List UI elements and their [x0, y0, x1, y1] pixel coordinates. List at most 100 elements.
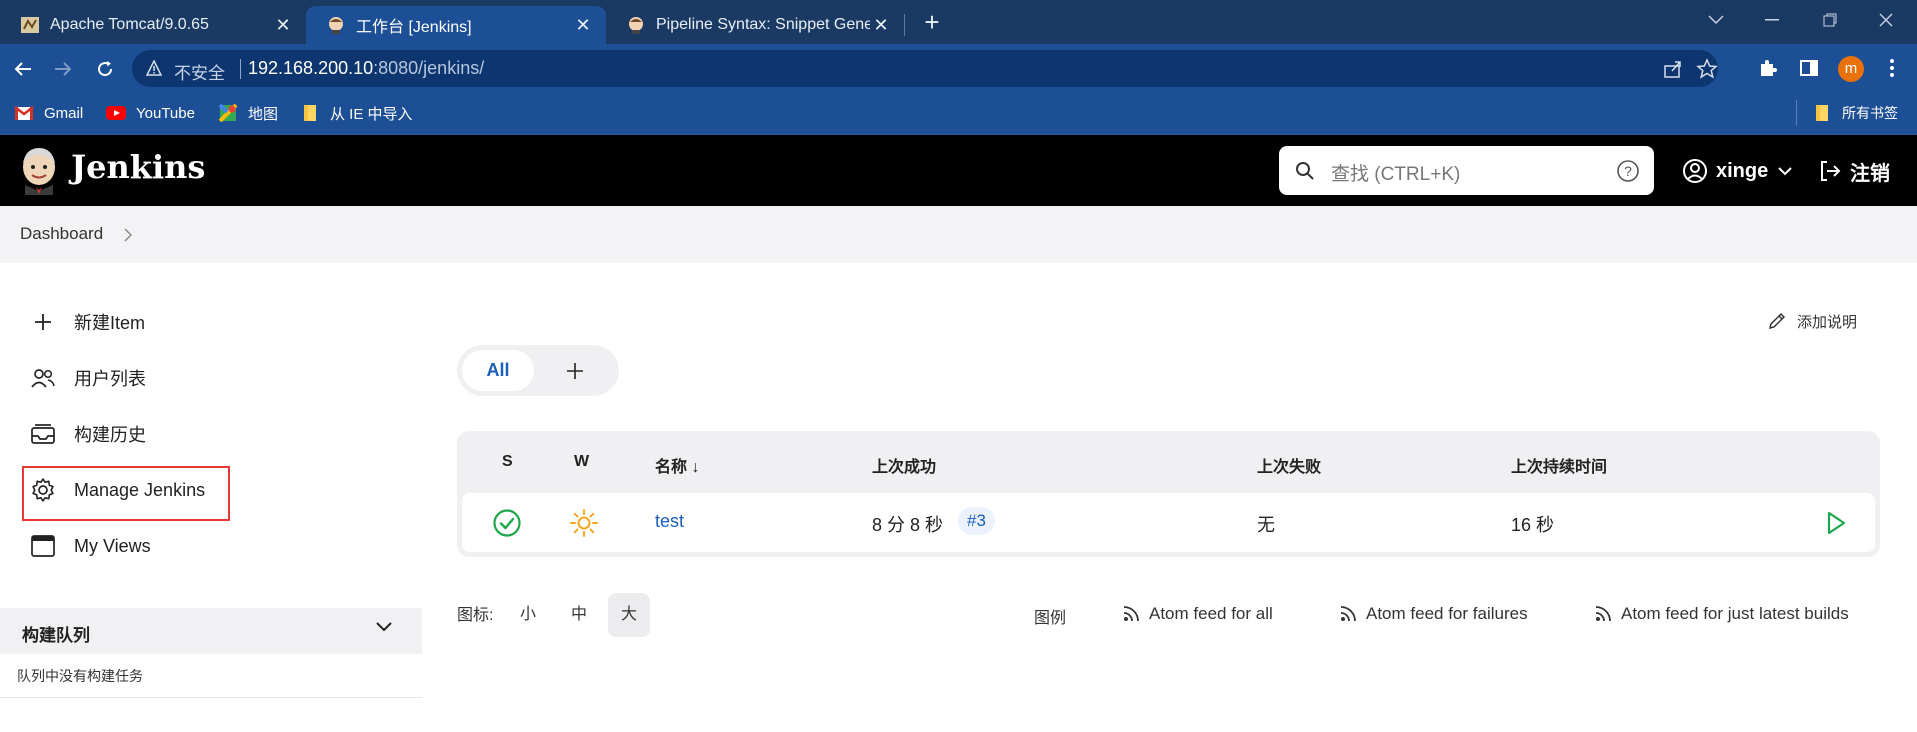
browser-tab-tomcat[interactable]: Apache Tomcat/9.0.65 ✕	[0, 6, 306, 44]
column-header-last-failure[interactable]: 上次失败	[1257, 453, 1321, 477]
chevron-right-icon[interactable]	[124, 228, 132, 242]
side-item-label: 新建Item	[74, 313, 146, 333]
bookmark-label: YouTube	[136, 104, 195, 122]
address-bar[interactable]: 不安全 192.168.200.10:8080/jenkins/	[132, 50, 1718, 87]
last-duration-value: 16 秒	[1511, 515, 1555, 535]
tab-all[interactable]: All	[462, 350, 534, 391]
atom-feed-latest-link[interactable]: Atom feed for just latest builds	[1594, 602, 1849, 626]
restore-button[interactable]	[1810, 4, 1850, 36]
all-bookmarks[interactable]: 所有书签	[1812, 102, 1898, 124]
plus-icon	[30, 309, 56, 335]
reload-icon	[98, 61, 113, 77]
build-number-link[interactable]: #3	[958, 507, 995, 535]
icon-size-medium[interactable]: 中	[558, 593, 600, 637]
rss-feed-icon	[1340, 606, 1356, 622]
build-queue-header[interactable]: 构建队列	[0, 608, 422, 654]
icon-size-small[interactable]: 小	[507, 593, 549, 637]
close-icon	[1879, 13, 1893, 27]
search-box[interactable]: 查找 (CTRL+K) ?	[1279, 146, 1654, 195]
people-icon	[30, 365, 56, 391]
bookmark-label: 地图	[248, 105, 279, 123]
user-icon	[1683, 159, 1707, 183]
table-row: test 8 分 8 秒 #3 无 16 秒	[462, 493, 1875, 552]
gmail-icon	[14, 106, 34, 120]
minimize-button[interactable]	[1752, 4, 1792, 36]
new-tab-button[interactable]: +	[918, 8, 946, 36]
side-item-label: My Views	[74, 535, 151, 556]
close-tab-icon[interactable]: ✕	[572, 14, 594, 36]
side-item-label: 构建历史	[74, 425, 146, 445]
side-item-people[interactable]: 用户列表	[30, 361, 146, 395]
breadcrumb-dashboard[interactable]: Dashboard	[20, 224, 103, 244]
user-menu[interactable]: xinge	[1682, 157, 1792, 185]
side-panel-button[interactable]	[1797, 56, 1821, 80]
help-icon[interactable]: ?	[1616, 159, 1640, 183]
share-icon[interactable]	[1662, 58, 1684, 80]
atom-feed-failures-link[interactable]: Atom feed for failures	[1339, 602, 1528, 626]
jenkins-logo-icon[interactable]	[18, 145, 60, 195]
forward-button[interactable]	[48, 54, 78, 84]
highlight-annotation	[22, 466, 230, 521]
logout-button[interactable]: 注销	[1818, 157, 1890, 185]
back-button[interactable]	[8, 54, 38, 84]
tomcat-favicon-icon	[21, 17, 39, 33]
view-tabs: All	[457, 345, 619, 396]
browser-menu-button[interactable]	[1880, 56, 1904, 80]
bookmarks-bar: Gmail YouTube 地图 从 IE 中导入 所有书签	[0, 92, 1917, 135]
last-failure-value: 无	[1257, 515, 1275, 535]
close-window-button[interactable]	[1866, 4, 1906, 36]
side-item-label: 用户列表	[74, 369, 146, 389]
close-tab-icon[interactable]: ✕	[870, 14, 892, 36]
atom-feed-all-link[interactable]: Atom feed for all	[1122, 602, 1273, 626]
security-label[interactable]: 不安全	[174, 59, 225, 84]
user-name: xinge	[1716, 159, 1769, 182]
bookmark-maps[interactable]: 地图	[218, 102, 278, 124]
profile-avatar[interactable]: m	[1838, 56, 1864, 82]
bookmark-gmail[interactable]: Gmail	[14, 102, 83, 124]
side-item-build-history[interactable]: 构建历史	[30, 417, 146, 451]
url-host: 192.168.200.10	[248, 58, 374, 78]
column-header-last-duration[interactable]: 上次持续时间	[1511, 453, 1607, 477]
chevron-down-icon[interactable]	[376, 622, 392, 632]
column-header-status[interactable]: S	[502, 453, 513, 471]
success-status-icon[interactable]	[492, 508, 522, 538]
column-header-name[interactable]: 名称 ↓	[655, 453, 699, 477]
build-queue-empty-text: 队列中没有构建任务	[17, 668, 143, 684]
browser-tab-pipeline-syntax[interactable]: Pipeline Syntax: Snippet Generator ✕	[606, 6, 904, 44]
add-view-button[interactable]	[557, 353, 593, 389]
build-queue-body: 队列中没有构建任务	[0, 654, 422, 698]
browser-tab-jenkins[interactable]: 工作台 [Jenkins] ✕	[306, 6, 606, 44]
tab-search-button[interactable]	[1696, 4, 1736, 36]
sunny-weather-icon[interactable]	[569, 508, 599, 538]
window-icon	[30, 533, 56, 559]
bookmark-star-icon[interactable]	[1696, 58, 1718, 80]
restore-icon	[1823, 13, 1837, 27]
arrow-left-icon	[14, 62, 31, 76]
side-item-new-item[interactable]: 新建Item	[30, 305, 145, 339]
chevron-down-icon	[1708, 15, 1724, 25]
column-header-weather[interactable]: W	[574, 453, 589, 471]
url-text[interactable]: 192.168.200.10:8080/jenkins/	[248, 58, 484, 79]
reload-button[interactable]	[90, 54, 120, 84]
feed-label: Atom feed for all	[1149, 604, 1273, 623]
extensions-button[interactable]	[1756, 56, 1780, 80]
folder-icon	[304, 105, 316, 121]
address-divider	[240, 59, 241, 79]
job-name-link[interactable]: test	[655, 511, 684, 532]
column-header-last-success[interactable]: 上次成功	[872, 453, 936, 477]
tab-title: 工作台 [Jenkins]	[356, 19, 472, 36]
all-bookmarks-label: 所有书签	[1842, 105, 1898, 121]
tab-separator	[904, 14, 905, 36]
build-queue-title: 构建队列	[22, 626, 90, 645]
icon-size-large[interactable]: 大	[608, 593, 650, 637]
bookmark-ie-import[interactable]: 从 IE 中导入	[300, 102, 413, 124]
warning-icon[interactable]	[146, 60, 162, 76]
bookmark-youtube[interactable]: YouTube	[106, 102, 195, 124]
legend-link[interactable]: 图例	[1034, 604, 1066, 628]
side-item-my-views[interactable]: My Views	[30, 529, 151, 563]
minimize-icon	[1765, 19, 1779, 21]
app-title[interactable]: Jenkins	[71, 148, 205, 186]
add-description-button[interactable]: 添加说明	[1767, 309, 1857, 333]
play-build-icon[interactable]	[1820, 508, 1850, 538]
close-tab-icon[interactable]: ✕	[272, 14, 294, 36]
